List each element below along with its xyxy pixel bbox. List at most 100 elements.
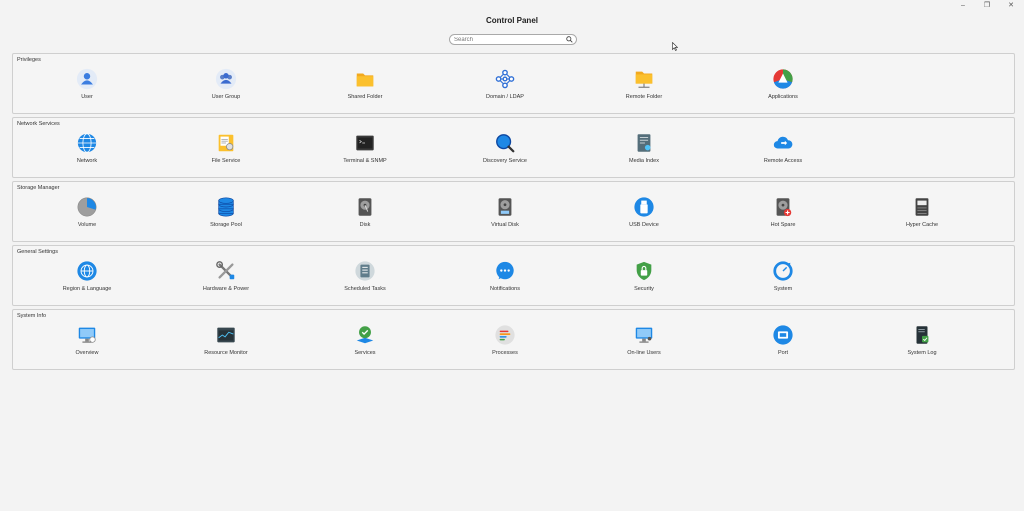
port-icon <box>773 325 793 345</box>
item-region-language[interactable]: Region & Language <box>27 260 147 300</box>
item-media-index[interactable]: Media Index <box>584 132 704 172</box>
item-system-log[interactable]: System Log <box>862 324 982 364</box>
item-network[interactable]: Network <box>27 132 147 172</box>
item-label: Scheduled Tasks <box>344 286 386 292</box>
item-label: System <box>773 286 793 292</box>
security-lock-icon <box>636 261 652 281</box>
overview-monitor-icon <box>78 327 96 343</box>
section-title: Network Services <box>17 121 60 127</box>
search-icon[interactable] <box>566 36 573 43</box>
item-system[interactable]: System <box>723 260 843 300</box>
item-label: Resource Monitor <box>204 350 248 356</box>
item-applications[interactable]: Applications <box>723 68 843 108</box>
item-label: Domain / LDAP <box>486 94 524 100</box>
close-button[interactable]: ✕ <box>1006 2 1016 10</box>
remote-access-cloud-icon <box>773 136 793 149</box>
item-label: On-line Users <box>627 350 661 356</box>
item-label: Security <box>634 286 654 292</box>
item-resource-monitor[interactable]: Resource Monitor <box>166 324 286 364</box>
item-label: Terminal & SNMP <box>343 158 387 164</box>
item-security[interactable]: Security <box>584 260 704 300</box>
media-index-icon <box>637 134 651 152</box>
user-group-icon <box>215 68 237 90</box>
domain-ldap-icon <box>495 69 515 89</box>
item-services[interactable]: Services <box>305 324 425 364</box>
services-check-icon <box>356 326 374 344</box>
page-title: Control Panel <box>485 16 538 25</box>
storage-pool-icon <box>218 197 234 217</box>
search-input[interactable] <box>454 35 562 44</box>
item-storage-pool[interactable]: Storage Pool <box>166 196 286 236</box>
item-virtual-disk[interactable]: Virtual Disk <box>445 196 565 236</box>
item-label: Hardware & Power <box>202 286 250 292</box>
system-gauge-icon <box>773 261 793 281</box>
section-general-settings: General Settings Region & Language Hardwa… <box>12 245 1015 306</box>
item-domain-ldap[interactable]: Domain / LDAP <box>445 68 565 108</box>
item-label: Applications <box>768 94 798 100</box>
minimize-button[interactable]: – <box>958 2 968 10</box>
volume-pie-icon <box>77 197 97 217</box>
item-label: Virtual Disk <box>491 222 519 228</box>
item-label: Port <box>777 350 789 356</box>
shared-folder-icon <box>356 73 374 87</box>
item-file-service[interactable]: File Service <box>166 132 286 172</box>
item-usb-device[interactable]: USB Device <box>584 196 704 236</box>
processes-icon <box>495 325 515 345</box>
item-label: Volume <box>77 222 97 228</box>
item-remote-folder[interactable]: Remote Folder <box>584 68 704 108</box>
hardware-tools-icon <box>216 261 235 280</box>
item-label: Network <box>76 158 98 164</box>
item-port[interactable]: Port <box>723 324 843 364</box>
item-hot-spare[interactable]: Hot Spare <box>723 196 843 236</box>
item-label: Remote Folder <box>625 94 663 100</box>
file-service-icon <box>218 134 234 152</box>
scheduled-tasks-icon <box>355 261 375 281</box>
item-label: Region & Language <box>62 286 112 292</box>
item-label: Hot Spare <box>770 222 796 228</box>
network-globe-icon <box>77 133 97 153</box>
item-processes[interactable]: Processes <box>445 324 565 364</box>
item-shared-folder[interactable]: Shared Folder <box>305 68 425 108</box>
item-on-line-users[interactable]: On-line Users <box>584 324 704 364</box>
item-label: Overview <box>75 350 99 356</box>
item-label: Notifications <box>490 286 520 292</box>
item-discovery-service[interactable]: Discovery Service <box>445 132 565 172</box>
user-icon <box>76 68 98 90</box>
region-globe-icon <box>77 261 97 281</box>
item-terminal-snmp[interactable]: Terminal & SNMP <box>305 132 425 172</box>
disk-icon <box>358 198 372 216</box>
search-box[interactable] <box>449 34 577 45</box>
item-hyper-cache[interactable]: Hyper Cache <box>862 196 982 236</box>
item-scheduled-tasks[interactable]: Scheduled Tasks <box>305 260 425 300</box>
item-hardware-power[interactable]: Hardware & Power <box>166 260 286 300</box>
item-volume[interactable]: Volume <box>27 196 147 236</box>
section-privileges: Privileges User User Group Shared Folder Do… <box>12 53 1015 114</box>
item-label: User <box>81 94 93 100</box>
item-label: Media Index <box>629 158 659 164</box>
item-label: File Service <box>211 158 241 164</box>
maximize-button[interactable]: ❐ <box>982 2 992 10</box>
item-label: Services <box>354 350 376 356</box>
item-remote-access[interactable]: Remote Access <box>723 132 843 172</box>
mouse-cursor-icon <box>672 42 678 51</box>
section-network-services: Network Services Network File Service Term… <box>12 117 1015 178</box>
item-disk[interactable]: Disk <box>305 196 425 236</box>
item-label: Disk <box>359 222 371 228</box>
discovery-search-icon <box>496 134 515 153</box>
item-user-group[interactable]: User Group <box>166 68 286 108</box>
section-system-info: System Info Overview Resource Monitor Serv… <box>12 309 1015 370</box>
terminal-icon <box>356 135 374 151</box>
hyper-cache-icon <box>915 198 929 216</box>
section-title: Privileges <box>17 57 41 63</box>
section-title: Storage Manager <box>17 185 60 191</box>
item-overview[interactable]: Overview <box>27 324 147 364</box>
notifications-chat-icon <box>496 261 514 280</box>
item-notifications[interactable]: Notifications <box>445 260 565 300</box>
item-label: System Log <box>907 350 937 356</box>
item-label: USB Device <box>629 222 659 228</box>
system-log-icon <box>916 326 929 344</box>
item-user[interactable]: User <box>27 68 147 108</box>
window-controls: – ❐ ✕ <box>958 2 1016 10</box>
applications-icon <box>773 69 793 89</box>
section-title: General Settings <box>17 249 58 255</box>
